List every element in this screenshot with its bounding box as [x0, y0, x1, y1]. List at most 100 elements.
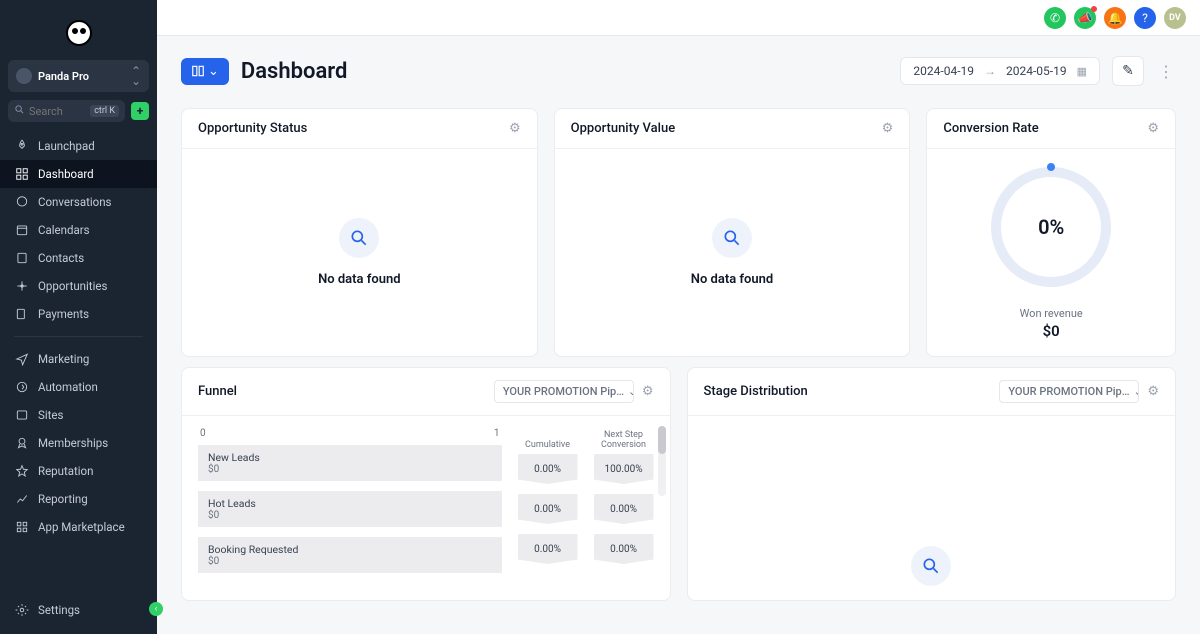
announcements-icon[interactable]: 📣	[1074, 7, 1096, 29]
contacts-icon	[14, 250, 30, 266]
card-settings-icon[interactable]: ⚙	[882, 121, 894, 136]
nav-label: Reporting	[38, 492, 88, 506]
nav-label: Opportunities	[38, 279, 107, 293]
nav-label: Memberships	[38, 436, 108, 450]
card-settings-icon[interactable]: ⚙	[642, 384, 654, 399]
sidebar-item-contacts[interactable]: Contacts	[0, 244, 157, 272]
card-conversion-rate: Conversion Rate ⚙ 0% Won revenue $0	[926, 108, 1176, 357]
nav-label: Launchpad	[38, 139, 95, 153]
sidebar-item-memberships[interactable]: Memberships	[0, 429, 157, 457]
funnel-value: 0.00%	[518, 494, 578, 524]
app-logo	[0, 10, 157, 60]
dashboard-icon	[14, 166, 30, 182]
notification-dot	[1091, 6, 1097, 12]
collapse-sidebar-button[interactable]: ‹	[149, 602, 163, 616]
opportunities-icon	[14, 278, 30, 294]
calendar-icon: ▦	[1077, 65, 1087, 78]
col-header: Cumulative	[518, 428, 578, 450]
empty-search-icon	[712, 218, 752, 258]
more-menu-button[interactable]: ⋮	[1156, 56, 1176, 86]
chevron-updown-icon: ⌃⌄	[131, 66, 141, 86]
card-title: Conversion Rate	[943, 121, 1038, 136]
panda-logo-icon	[66, 20, 92, 46]
payments-icon	[14, 306, 30, 322]
card-title: Stage Distribution	[704, 384, 808, 399]
star-icon	[14, 463, 30, 479]
bell-icon[interactable]: 🔔	[1104, 7, 1126, 29]
arrow-right-icon: →	[984, 64, 996, 78]
funnel-value: 0.00%	[518, 454, 578, 484]
won-revenue-value: $0	[1043, 322, 1060, 340]
funnel-value: 0.00%	[594, 494, 654, 524]
main-area: ✆ 📣 🔔 ? DV ⌄ Dashboard 2024-04-19 → 2024…	[157, 0, 1200, 634]
sidebar-item-conversations[interactable]: Conversations	[0, 188, 157, 216]
sidebar: Panda Pro ⌃⌄ ctrl K + Launchpad Dashboar…	[0, 0, 157, 634]
chevron-down-icon: ⌄	[208, 64, 219, 79]
pipeline-select[interactable]: YOUR PROMOTION Pip… ⌄	[999, 380, 1139, 403]
sidebar-item-marketplace[interactable]: App Marketplace	[0, 513, 157, 541]
date-from: 2024-04-19	[913, 64, 974, 78]
sidebar-item-payments[interactable]: Payments	[0, 300, 157, 328]
sidebar-item-settings[interactable]: Settings	[0, 596, 157, 624]
search-shortcut-badge: ctrl K	[90, 105, 119, 117]
search-input[interactable]	[29, 105, 86, 118]
date-range-picker[interactable]: 2024-04-19 → 2024-05-19 ▦	[900, 57, 1100, 85]
avatar[interactable]: DV	[1164, 7, 1186, 29]
sidebar-item-reputation[interactable]: Reputation	[0, 457, 157, 485]
nav-divider	[14, 336, 143, 337]
nav-label: Sites	[38, 408, 63, 422]
help-icon[interactable]: ?	[1134, 7, 1156, 29]
topbar: ✆ 📣 🔔 ? DV	[157, 0, 1200, 36]
chevron-down-icon: ⌄	[628, 385, 634, 398]
funnel-stage: New Leads $0	[198, 445, 502, 481]
search-input-wrap[interactable]: ctrl K	[8, 100, 125, 122]
gear-icon	[14, 602, 30, 618]
card-settings-icon[interactable]: ⚙	[1147, 384, 1159, 399]
view-switcher-button[interactable]: ⌄	[181, 58, 229, 85]
workspace-switcher[interactable]: Panda Pro ⌃⌄	[8, 60, 149, 92]
cards-row-1: Opportunity Status ⚙ No data found Oppor…	[157, 98, 1200, 367]
search-icon	[14, 104, 25, 118]
cards-row-2: Funnel YOUR PROMOTION Pip… ⌄ ⚙ 0 1	[157, 367, 1200, 601]
sidebar-item-marketing[interactable]: Marketing	[0, 345, 157, 373]
nav-label: Reputation	[38, 464, 93, 478]
nav-label: Automation	[38, 380, 98, 394]
sidebar-item-launchpad[interactable]: Launchpad	[0, 132, 157, 160]
edit-dashboard-button[interactable]: ✎	[1112, 56, 1144, 86]
scrollbar[interactable]	[658, 426, 666, 496]
col-header: Next Step Conversion	[594, 428, 654, 450]
page-title: Dashboard	[241, 59, 347, 84]
workspace-name: Panda Pro	[38, 70, 125, 83]
conversion-donut-chart: 0%	[991, 167, 1111, 287]
sidebar-item-dashboard[interactable]: Dashboard	[0, 160, 157, 188]
phone-icon[interactable]: ✆	[1044, 7, 1066, 29]
quick-add-button[interactable]: +	[131, 102, 149, 120]
card-opportunity-value: Opportunity Value ⚙ No data found	[554, 108, 911, 357]
card-settings-icon[interactable]: ⚙	[1147, 121, 1159, 136]
chevron-down-icon: ⌄	[1134, 385, 1140, 398]
nav-secondary: Marketing Automation Sites Memberships R…	[0, 345, 157, 541]
sidebar-item-opportunities[interactable]: Opportunities	[0, 272, 157, 300]
grid-icon	[14, 519, 30, 535]
sidebar-item-reporting[interactable]: Reporting	[0, 485, 157, 513]
card-settings-icon[interactable]: ⚙	[509, 121, 521, 136]
nav-label: Dashboard	[38, 167, 94, 181]
conversion-percent: 0%	[1038, 215, 1064, 239]
nav-label: Marketing	[38, 352, 89, 366]
nav-label: Calendars	[38, 223, 90, 237]
sidebar-item-calendars[interactable]: Calendars	[0, 216, 157, 244]
nav-label: Payments	[38, 307, 89, 321]
sidebar-item-automation[interactable]: Automation	[0, 373, 157, 401]
funnel-value: 100.00%	[594, 454, 654, 484]
sidebar-item-sites[interactable]: Sites	[0, 401, 157, 429]
workspace-icon	[16, 68, 32, 84]
nav-label: Settings	[38, 603, 80, 617]
funnel-chart: 0 1 New Leads $0 Hot Leads $0 Booking Re…	[182, 416, 670, 583]
nav-primary: Launchpad Dashboard Conversations Calend…	[0, 132, 157, 328]
card-title: Funnel	[198, 384, 237, 399]
won-revenue-label: Won revenue	[1020, 307, 1083, 320]
pipeline-select[interactable]: YOUR PROMOTION Pip… ⌄	[494, 380, 634, 403]
chat-icon	[14, 194, 30, 210]
nav-label: Conversations	[38, 195, 111, 209]
nav-label: Contacts	[38, 251, 84, 265]
